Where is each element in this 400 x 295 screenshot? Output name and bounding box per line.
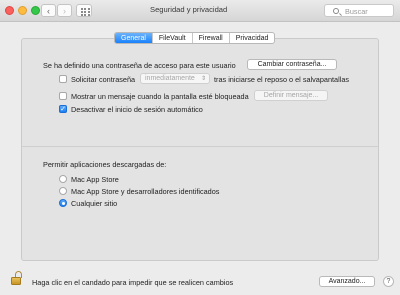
radio-mac-app-store-label: Mac App Store <box>71 175 119 184</box>
forward-button[interactable]: › <box>57 4 72 17</box>
checkmark-icon: ✓ <box>60 106 66 113</box>
radio-anywhere[interactable] <box>59 199 67 207</box>
advanced-button[interactable]: Avanzado... <box>319 276 375 287</box>
tab-bar: General FileVault Firewall Privacidad <box>114 32 276 44</box>
close-window-button[interactable] <box>5 6 14 15</box>
disable-autologin-checkbox[interactable]: ✓ <box>59 105 67 113</box>
tab-filevault[interactable]: FileVault <box>153 33 193 43</box>
show-all-button[interactable] <box>76 4 92 17</box>
select-arrows-icon: ⇕ <box>200 76 206 82</box>
require-password-label: Solicitar contraseña <box>71 75 136 84</box>
require-password-checkbox[interactable] <box>59 75 67 83</box>
show-message-checkbox[interactable] <box>59 92 67 100</box>
section-divider <box>22 146 378 147</box>
search-icon <box>333 7 339 14</box>
tab-privacidad[interactable]: Privacidad <box>230 33 275 43</box>
downloads-heading: Permitir aplicaciones descargadas de: <box>43 160 167 169</box>
set-message-button[interactable]: Definir mensaje... <box>254 90 328 101</box>
general-panel <box>21 38 379 261</box>
minimize-window-button[interactable] <box>18 6 27 15</box>
show-message-label: Mostrar un mensaje cuando la pantalla es… <box>71 92 249 101</box>
window-title: Seguridad y privacidad <box>150 5 228 14</box>
tab-firewall[interactable]: Firewall <box>193 33 230 43</box>
chevron-left-icon: ‹ <box>47 6 50 16</box>
require-password-delay-select[interactable]: inmediatamente ⇕ <box>140 73 210 84</box>
chevron-right-icon: › <box>63 6 66 16</box>
search-input[interactable]: Buscar <box>324 4 394 17</box>
lock-icon[interactable] <box>11 271 23 285</box>
back-button[interactable]: ‹ <box>41 4 56 17</box>
password-status-text: Se ha definido una contraseña de acceso … <box>43 61 236 70</box>
help-button[interactable]: ? <box>383 276 394 287</box>
radio-anywhere-label: Cualquier sitio <box>71 199 118 208</box>
tab-general[interactable]: General <box>115 33 153 43</box>
radio-mac-app-store[interactable] <box>59 175 67 183</box>
lock-hint-text: Haga clic en el candado para impedir que… <box>32 278 234 287</box>
require-password-suffix: tras iniciarse el reposo o el salvapanta… <box>214 75 350 84</box>
require-password-delay-value: inmediatamente <box>145 75 195 82</box>
disable-autologin-label: Desactivar el inicio de sesión automátic… <box>71 105 203 114</box>
radio-identified-developers-label: Mac App Store y desarrolladores identifi… <box>71 187 220 196</box>
search-placeholder: Buscar <box>345 7 368 16</box>
radio-identified-developers[interactable] <box>59 187 67 195</box>
zoom-window-button[interactable] <box>31 6 40 15</box>
title-bar: ‹ › Seguridad y privacidad Buscar <box>0 0 400 22</box>
change-password-button[interactable]: Cambiar contraseña... <box>247 59 337 70</box>
